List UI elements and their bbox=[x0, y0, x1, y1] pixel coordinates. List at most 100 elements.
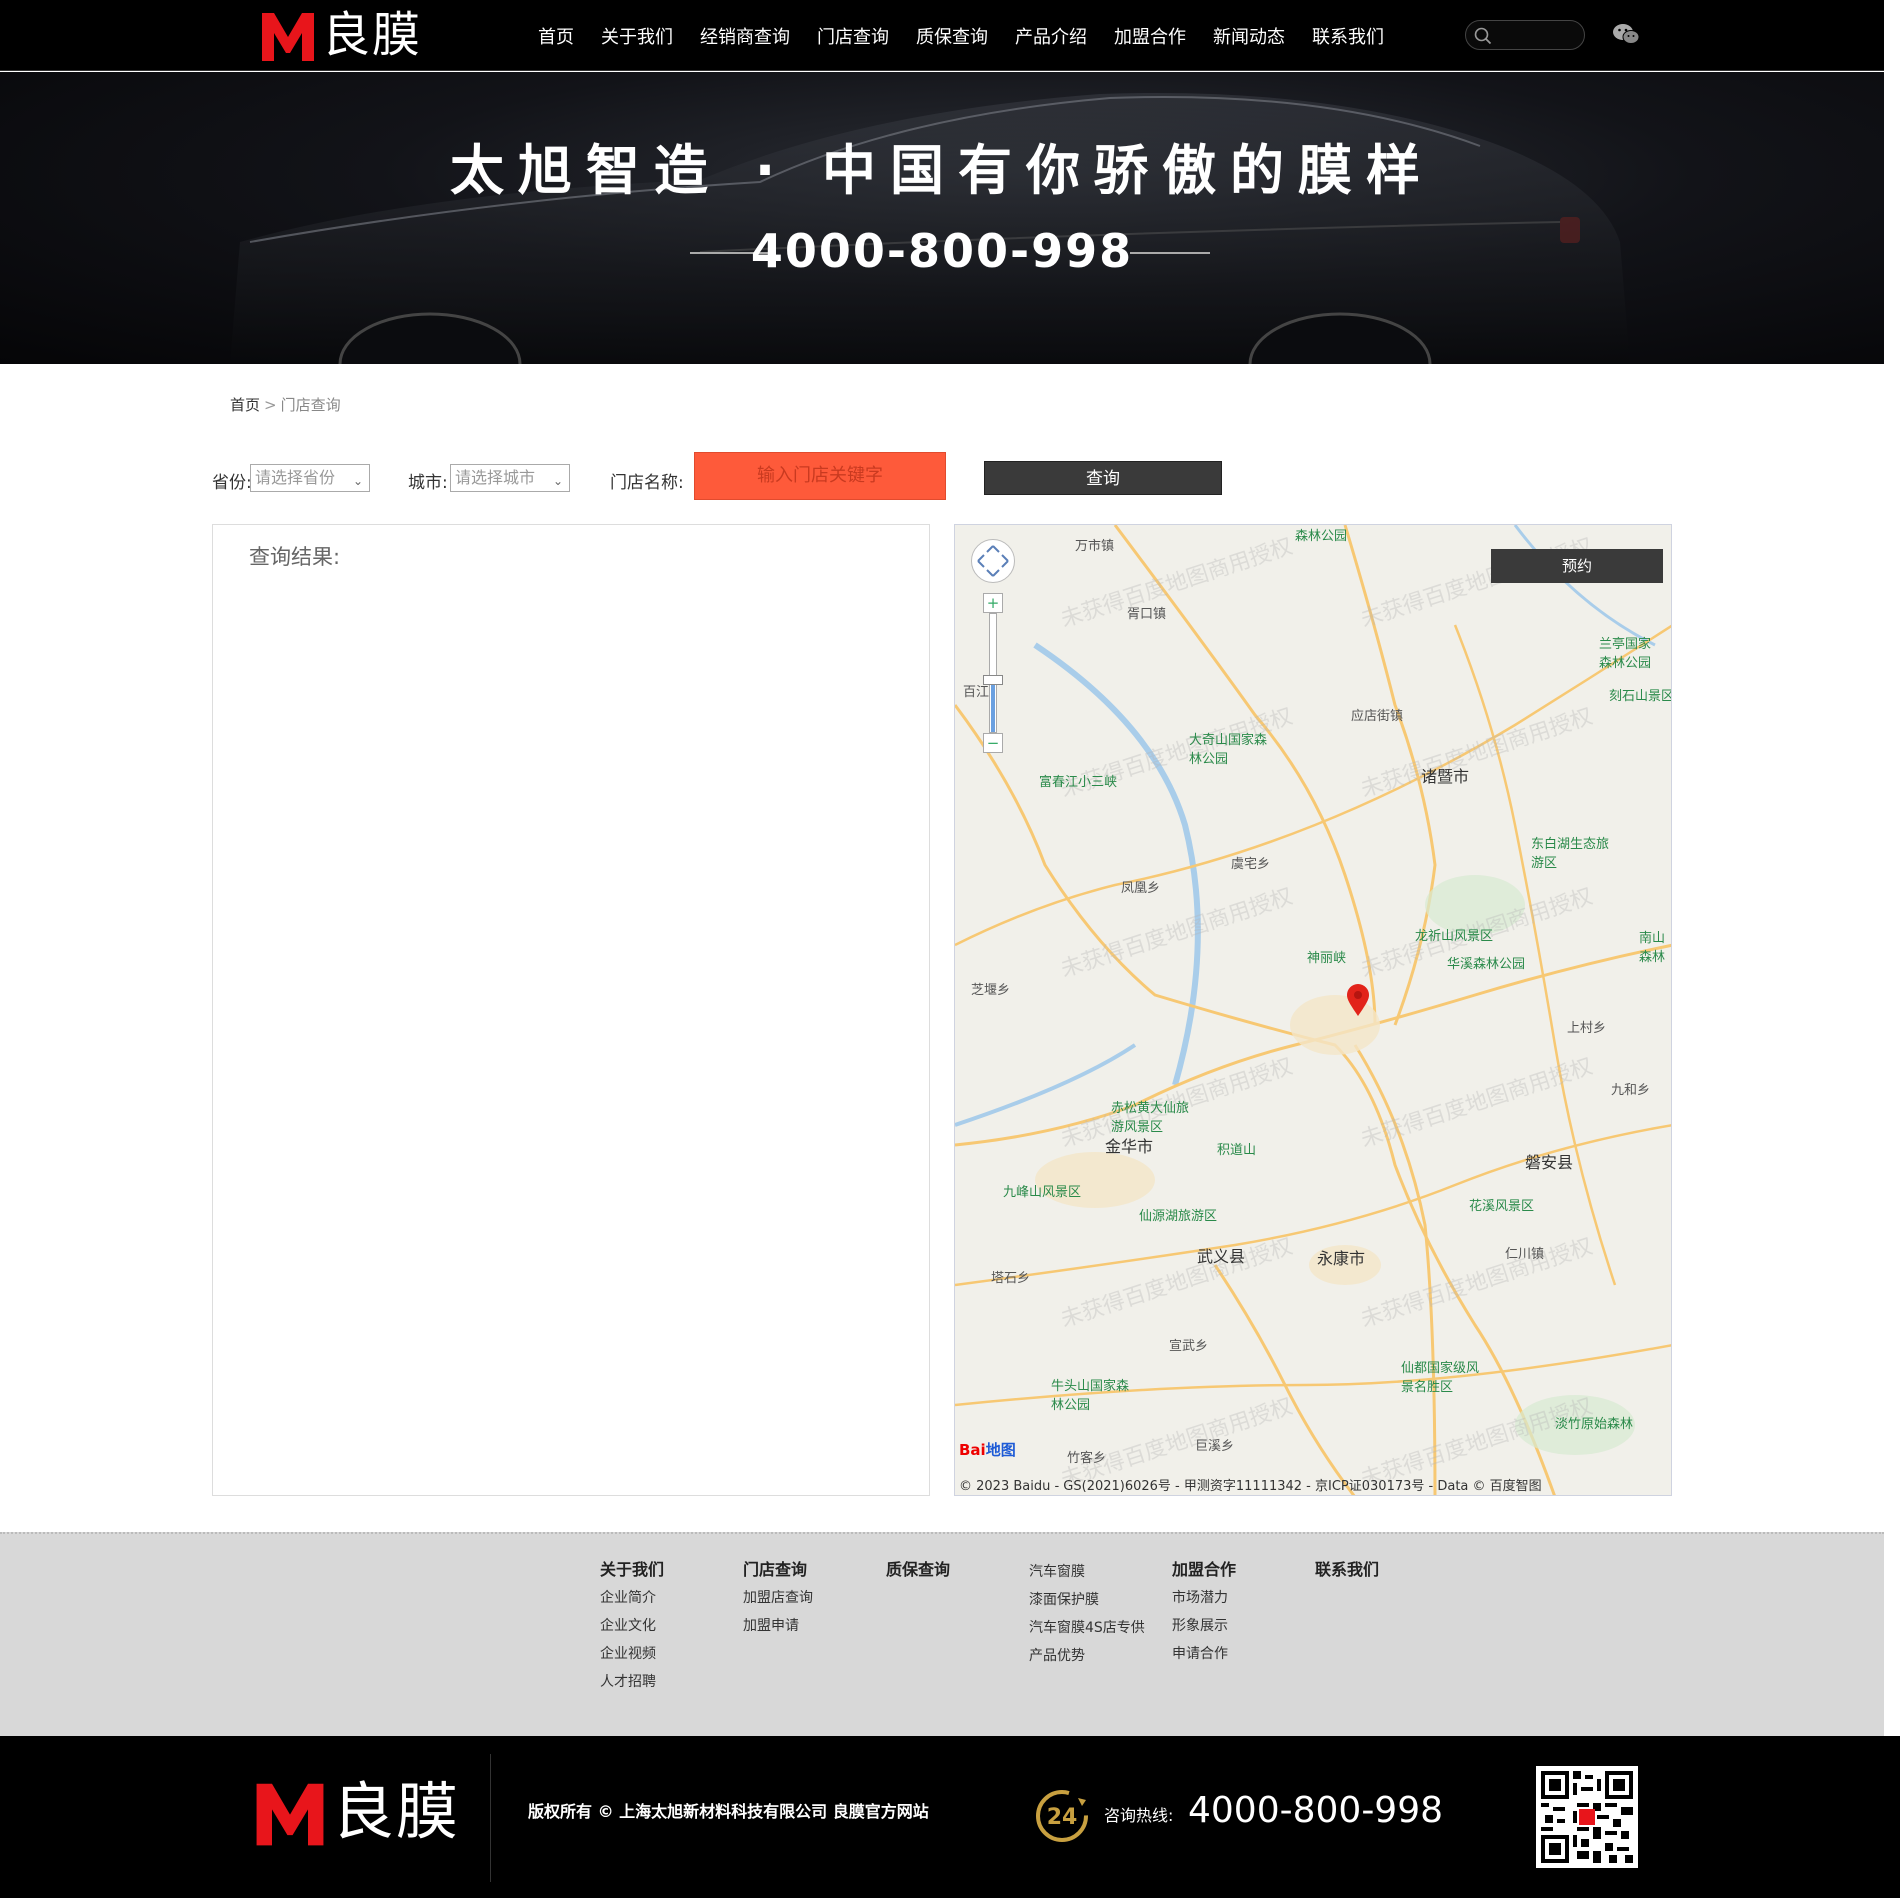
map-place-label: 虞宅乡 bbox=[1231, 857, 1271, 872]
qr-code-icon bbox=[1541, 1771, 1633, 1863]
nav-products[interactable]: 产品介绍 bbox=[1015, 23, 1087, 49]
map-place-label: 上村乡 bbox=[1567, 1021, 1607, 1036]
wechat-icon[interactable] bbox=[1612, 22, 1640, 46]
map-place-label: 竹客乡 bbox=[1067, 1451, 1107, 1466]
header-search[interactable] bbox=[1465, 20, 1585, 50]
nav-home[interactable]: 首页 bbox=[538, 23, 574, 49]
baidu-logo-map: 地图 bbox=[985, 1441, 1016, 1459]
hotline-label: 咨询热线: bbox=[1104, 1806, 1174, 1825]
breadcrumb-home[interactable]: 首页 bbox=[230, 396, 260, 414]
nav-franchise[interactable]: 加盟合作 bbox=[1114, 23, 1186, 49]
nav-warranty[interactable]: 质保查询 bbox=[916, 23, 988, 49]
24h-badge-text: 24 bbox=[1047, 1805, 1078, 1830]
store-name-label: 门店名称: bbox=[610, 473, 684, 493]
footer-link[interactable]: 企业简介 bbox=[600, 1584, 730, 1612]
city-select-value: 请选择城市 bbox=[455, 468, 536, 487]
footer-link[interactable]: 企业文化 bbox=[600, 1612, 730, 1640]
nav-about[interactable]: 关于我们 bbox=[601, 23, 673, 49]
query-button[interactable]: 查询 bbox=[984, 461, 1222, 495]
map-park-label: 神丽峡 bbox=[1307, 951, 1347, 966]
zoom-slider[interactable] bbox=[989, 613, 997, 733]
map-park-label: 仙都国家级风景名胜区 bbox=[1401, 1361, 1480, 1395]
map-park-label: 森林公园 bbox=[1295, 529, 1348, 544]
24h-service-icon: 24 bbox=[1036, 1790, 1088, 1842]
zoom-slider-handle[interactable] bbox=[983, 675, 1003, 685]
footer-link[interactable]: 汽车窗膜4S店专供 bbox=[1029, 1614, 1159, 1642]
footer-link[interactable]: 形象展示 bbox=[1172, 1612, 1302, 1640]
map-park-label: 大奇山国家森林公园 bbox=[1189, 733, 1268, 767]
nav-contact[interactable]: 联系我们 bbox=[1312, 23, 1384, 49]
booking-button[interactable]: 预约 bbox=[1491, 549, 1663, 583]
map-park-label: 淡竹原始森林 bbox=[1555, 1417, 1634, 1432]
baidu-map-logo: Bai地图 bbox=[959, 1439, 1016, 1460]
search-input[interactable] bbox=[1500, 25, 1580, 45]
footer-link[interactable]: 漆面保护膜 bbox=[1029, 1586, 1159, 1614]
baidu-map[interactable]: 未获得百度地图商用授权 未获得百度地图商用授权 未获得百度地图商用授权 未获得百… bbox=[954, 524, 1672, 1496]
store-keyword-input[interactable]: 输入门店关键字 bbox=[694, 452, 946, 500]
breadcrumb-current: 门店查询 bbox=[280, 396, 341, 414]
breadcrumb: 首页 > 门店查询 bbox=[230, 394, 341, 415]
map-park-label: 九峰山风景区 bbox=[1003, 1185, 1082, 1200]
map-park-label: 龙祈山风景区 bbox=[1415, 929, 1494, 944]
map-city-label: 磐安县 bbox=[1525, 1153, 1574, 1172]
footer-link[interactable]: 申请合作 bbox=[1172, 1640, 1302, 1668]
zoom-out-button[interactable]: − bbox=[983, 733, 1003, 753]
map-place-label: 凤凰乡 bbox=[1121, 881, 1161, 896]
zoom-slider-fill bbox=[991, 678, 995, 732]
nav-dealer-search[interactable]: 经销商查询 bbox=[700, 23, 790, 49]
footer-link[interactable]: 人才招聘 bbox=[600, 1668, 730, 1696]
hero-banner: 太旭智造 · 中国有你骄傲的膜样 4000-800-998 bbox=[0, 72, 1884, 364]
map-roads-image bbox=[955, 525, 1671, 1495]
footer-col-heading[interactable]: 加盟合作 bbox=[1172, 1556, 1302, 1579]
footer-link[interactable]: 产品优势 bbox=[1029, 1642, 1159, 1670]
footer-col-store: 门店查询 加盟店查询 加盟申请 bbox=[743, 1556, 873, 1640]
logo-m-icon bbox=[256, 1783, 324, 1846]
map-city-label: 诸暨市 bbox=[1421, 767, 1470, 786]
map-city-label: 永康市 bbox=[1317, 1249, 1366, 1268]
breadcrumb-separator: > bbox=[264, 396, 277, 414]
map-marker-icon[interactable] bbox=[1345, 983, 1371, 1017]
nav-news[interactable]: 新闻动态 bbox=[1213, 23, 1285, 49]
map-park-label: 刻石山景区 bbox=[1609, 689, 1672, 704]
footer-link[interactable]: 市场潜力 bbox=[1172, 1584, 1302, 1612]
footer-link[interactable]: 加盟申请 bbox=[743, 1612, 873, 1640]
nav-store-search[interactable]: 门店查询 bbox=[817, 23, 889, 49]
banner-phone: 4000-800-998 bbox=[750, 224, 1134, 278]
banner-slogan: 太旭智造 · 中国有你骄傲的膜样 bbox=[449, 139, 1435, 202]
main-nav: 首页 关于我们 经销商查询 门店查询 质保查询 产品介绍 加盟合作 新闻动态 联… bbox=[538, 0, 1411, 71]
map-park-label: 赤松黄大仙旅游风景区 bbox=[1111, 1101, 1190, 1135]
logo-m-icon bbox=[262, 13, 314, 61]
city-label: 城市: bbox=[408, 473, 448, 493]
pan-arrows-icon bbox=[977, 545, 1009, 577]
brand-logo[interactable]: 良膜 bbox=[260, 6, 422, 64]
footer-link[interactable]: 汽车窗膜 bbox=[1029, 1558, 1159, 1586]
province-select[interactable]: 请选择省份 ⌄ bbox=[250, 464, 370, 492]
baidu-logo-text: Bai bbox=[959, 1441, 986, 1459]
footer-col-heading[interactable]: 质保查询 bbox=[886, 1556, 1016, 1579]
map-place-label: 宣武乡 bbox=[1169, 1339, 1209, 1354]
map-park-label: 牛头山国家森林公园 bbox=[1051, 1379, 1130, 1413]
chevron-down-icon: ⌄ bbox=[552, 474, 563, 488]
top-header: 良膜 首页 关于我们 经销商查询 门店查询 质保查询 产品介绍 加盟合作 新闻动… bbox=[0, 0, 1884, 71]
map-copyright: © 2023 Baidu - GS(2021)6026号 - 甲测资字11111… bbox=[959, 1479, 1542, 1494]
store-filter-bar: 省份: 请选择省份 ⌄ 城市: 请选择城市 ⌄ 门店名称: 输入门店关键字 查询 bbox=[212, 452, 1222, 500]
map-city-label: 金华市 bbox=[1105, 1137, 1154, 1156]
footer-link[interactable]: 加盟店查询 bbox=[743, 1584, 873, 1612]
map-place-label: 仁川镇 bbox=[1505, 1247, 1545, 1262]
map-park-label: 兰亭国家森林公园 bbox=[1599, 637, 1652, 671]
footer-col-heading[interactable]: 关于我们 bbox=[600, 1556, 730, 1579]
hotline-number: 4000-800-998 bbox=[1188, 1790, 1444, 1831]
footer-col-heading[interactable]: 联系我们 bbox=[1315, 1556, 1445, 1579]
zoom-in-button[interactable]: + bbox=[983, 593, 1003, 613]
chevron-down-icon: ⌄ bbox=[352, 474, 363, 488]
map-park-label: 东白湖生态旅游区 bbox=[1531, 837, 1610, 871]
qr-code-image bbox=[1536, 1766, 1638, 1868]
car-silhouette-image bbox=[230, 93, 1630, 364]
map-pan-control[interactable] bbox=[971, 539, 1015, 583]
footer-col-heading[interactable]: 门店查询 bbox=[743, 1556, 873, 1579]
map-city-label: 武义县 bbox=[1197, 1247, 1246, 1266]
city-select[interactable]: 请选择城市 ⌄ bbox=[450, 464, 570, 492]
footer-link[interactable]: 企业视频 bbox=[600, 1640, 730, 1668]
map-place-label: 应店街镇 bbox=[1351, 709, 1404, 724]
search-icon[interactable] bbox=[1474, 27, 1492, 45]
